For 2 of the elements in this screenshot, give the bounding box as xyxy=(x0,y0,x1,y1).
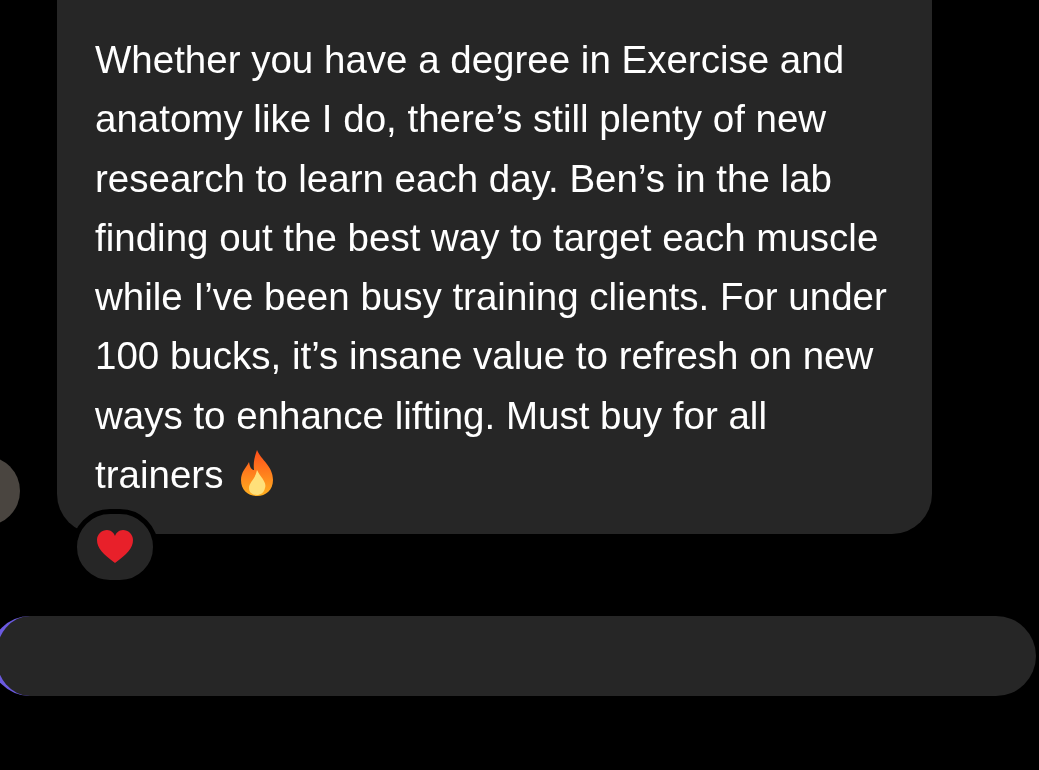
message-text: Whether you have a degree in Exercise and anatomy like I do, there’s still plenty of new research to learn each day. Ben’s in the lab finding out the best way to target each muscle while I’ve been busy training clients. For under 100 bucks, it’s insane value to refresh on new ways to enhance lifting. Must buy for all trainers xyxy=(95,37,888,501)
heart-icon xyxy=(95,529,135,566)
